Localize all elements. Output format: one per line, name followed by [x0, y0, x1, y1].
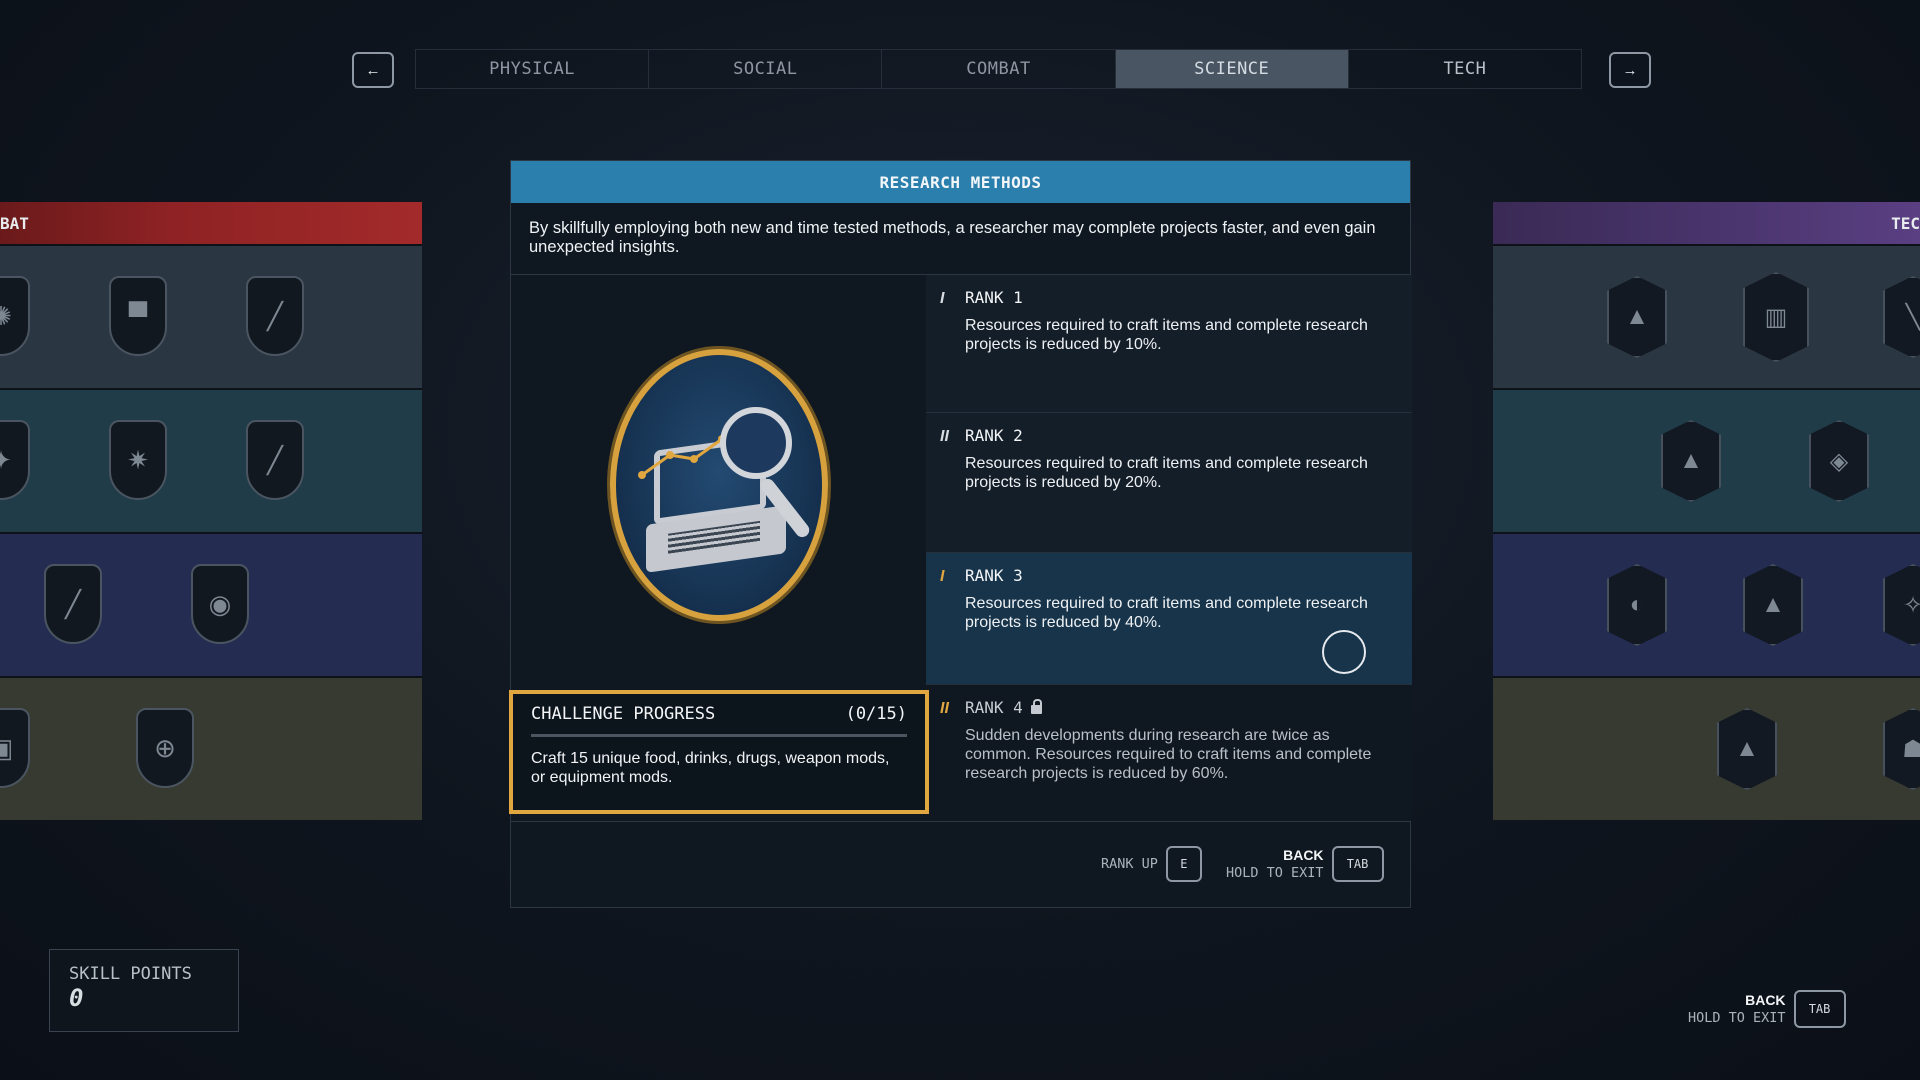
rank-3-pip-icon: I: [940, 568, 945, 585]
skill-category-tabs: PHYSICAL SOCIAL COMBAT SCIENCE TECH: [415, 49, 1582, 89]
rank-3-text: Resources required to craft items and co…: [965, 595, 1368, 631]
arrow-left-icon: ←: [365, 61, 381, 79]
skill-row-1: ✺ ▀ ╱: [0, 244, 422, 388]
tech-row-4: ▲ ☗: [1493, 676, 1920, 820]
rank-up-label: RANK UP: [1101, 856, 1158, 872]
skill-row-2: ✦ ✷ ╱: [0, 388, 422, 532]
skill-icon-astronaut[interactable]: ☗: [1883, 708, 1920, 790]
rank-3[interactable]: I RANK 3 Resources required to craft ite…: [926, 553, 1412, 685]
rank-2-title: RANK 2: [965, 426, 1023, 445]
skill-badge-area: [511, 275, 926, 695]
rank-1-pip-icon: I: [940, 290, 945, 307]
skill-icon-ship-d[interactable]: ▲: [1717, 708, 1777, 790]
back-hint-text: BACK HOLD TO EXIT: [1226, 846, 1324, 882]
hold-to-exit-label: HOLD TO EXIT: [1226, 865, 1324, 881]
skill-icon-robot[interactable]: ◈: [1809, 420, 1869, 502]
challenge-title: CHALLENGE PROGRESS: [531, 704, 716, 724]
rank-1-title: RANK 1: [965, 288, 1023, 307]
skill-icon-ship-b[interactable]: ▲: [1661, 420, 1721, 502]
arrow-right-icon: →: [1622, 61, 1638, 79]
rank-4-pip-icon: II: [940, 700, 949, 717]
skill-icon-sun[interactable]: ✺: [0, 276, 30, 356]
rank-2[interactable]: II RANK 2 Resources required to craft it…: [926, 413, 1412, 553]
skill-icon-star[interactable]: ✦: [0, 420, 30, 500]
skill-points-box: SKILL POINTS 0: [49, 949, 239, 1032]
tech-skills-panel: TEC ▲ ▥ ╲ ▲ ◈ ◐ ▲ ✧ ▲ ☗: [1493, 202, 1920, 820]
rank-up-hint[interactable]: RANK UP E: [1101, 846, 1202, 882]
tab-tech[interactable]: TECH: [1349, 50, 1581, 88]
tab-physical[interactable]: PHYSICAL: [416, 50, 650, 88]
skill-icon-ship-c[interactable]: ▲: [1743, 564, 1803, 646]
tab-social[interactable]: SOCIAL: [649, 50, 883, 88]
rank-4-title: RANK 4: [965, 698, 1023, 717]
rank-list: I RANK 1 Resources required to craft ite…: [926, 275, 1412, 821]
rank-2-pip-icon: II: [940, 428, 949, 445]
rank-1-text: Resources required to craft items and co…: [965, 317, 1368, 353]
magnifier-icon: [719, 407, 792, 479]
rank-4[interactable]: II RANK 4 Sudden developments during res…: [926, 685, 1412, 821]
rank-4-text: Sudden developments during research are …: [965, 727, 1372, 782]
back-hint[interactable]: BACK HOLD TO EXIT TAB: [1226, 846, 1384, 882]
tab-science[interactable]: SCIENCE: [1115, 50, 1349, 88]
previous-category-button[interactable]: ←: [352, 52, 394, 88]
skill-icon-jetpack[interactable]: ▥: [1743, 272, 1809, 362]
lock-icon: [1030, 699, 1042, 714]
combat-skills-panel: BAT ✺ ▀ ╱ ✦ ✷ ╱ ╱ ◉ ▣ ⊕: [0, 202, 422, 820]
challenge-progress-box: CHALLENGE PROGRESS (0/15) Craft 15 uniqu…: [509, 690, 929, 814]
rank-2-text: Resources required to craft items and co…: [965, 455, 1368, 491]
tech-row-1: ▲ ▥ ╲: [1493, 244, 1920, 388]
combat-panel-header: BAT: [0, 202, 422, 244]
tab-combat[interactable]: COMBAT: [882, 50, 1116, 88]
skill-icon-burst[interactable]: ✷: [109, 420, 167, 500]
tech-row-3: ◐ ▲ ✧: [1493, 532, 1920, 676]
skill-icon-armor[interactable]: ▣: [0, 708, 30, 788]
skill-title: RESEARCH METHODS: [511, 161, 1410, 203]
next-category-button[interactable]: →: [1609, 52, 1651, 88]
skill-detail-card: RESEARCH METHODS By skillfully employing…: [509, 160, 1412, 908]
card-footer: RANK UP E BACK HOLD TO EXIT TAB: [511, 821, 1410, 907]
cursor-ring-icon: [1322, 630, 1366, 674]
skill-icon-target[interactable]: ⊕: [136, 708, 194, 788]
skill-icon-ship-a[interactable]: ▲: [1607, 276, 1667, 358]
skill-row-3: ╱ ◉: [0, 532, 422, 676]
global-back-hint-text: BACK HOLD TO EXIT: [1688, 991, 1786, 1027]
rank-up-key[interactable]: E: [1165, 846, 1202, 882]
skill-icon-arm[interactable]: ✧: [1883, 564, 1920, 646]
rank-4-title-row: RANK 4: [965, 698, 1396, 717]
challenge-description: Craft 15 unique food, drinks, drugs, wea…: [531, 750, 890, 786]
skill-icon-sniper[interactable]: ╱: [44, 564, 102, 644]
global-back-key[interactable]: TAB: [1793, 990, 1846, 1028]
skill-description: By skillfully employing both new and tim…: [511, 203, 1410, 275]
skill-icon-satellite[interactable]: ◐: [1607, 564, 1667, 646]
global-back-label: BACK: [1745, 992, 1786, 1008]
rank-1[interactable]: I RANK 1 Resources required to craft ite…: [926, 275, 1412, 413]
skill-points-value: 0: [69, 984, 84, 1012]
tech-row-2: ▲ ◈: [1493, 388, 1920, 532]
skill-icon-rifle[interactable]: ╱: [246, 276, 304, 356]
challenge-count: (0/15): [845, 704, 907, 724]
skill-icon-revolver[interactable]: ◉: [191, 564, 249, 644]
skill-icon-assault-rifle[interactable]: ╱: [246, 420, 304, 500]
research-methods-badge-icon: [609, 349, 828, 621]
skill-row-4: ▣ ⊕: [0, 676, 422, 820]
skill-points-label: SKILL POINTS: [69, 964, 192, 984]
global-back-hint[interactable]: BACK HOLD TO EXIT TAB: [1688, 990, 1846, 1028]
rank-3-title: RANK 3: [965, 566, 1023, 585]
skill-icon-tech-tool[interactable]: ╲: [1883, 276, 1920, 358]
challenge-header: CHALLENGE PROGRESS (0/15): [531, 704, 907, 737]
skill-body: I RANK 1 Resources required to craft ite…: [509, 275, 1412, 821]
back-label: BACK: [1283, 847, 1324, 863]
tech-panel-header: TEC: [1493, 202, 1920, 244]
global-hold-to-exit-label: HOLD TO EXIT: [1688, 1010, 1786, 1026]
back-key[interactable]: TAB: [1331, 846, 1384, 882]
skill-icon-pistol[interactable]: ▀: [109, 276, 167, 356]
